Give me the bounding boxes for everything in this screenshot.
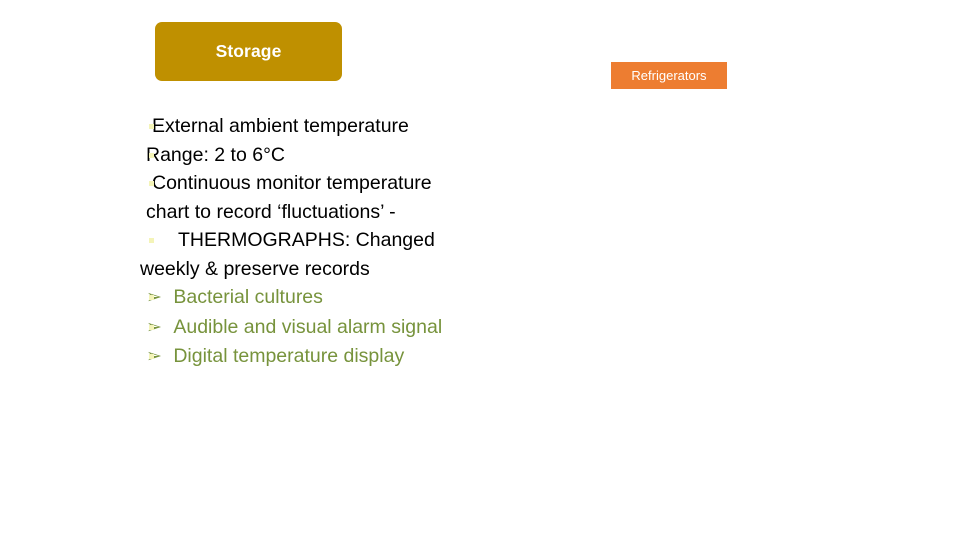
square-bullet-icon (149, 152, 154, 158)
list-item: THERMOGRAPHS: Changed (140, 226, 560, 255)
list-item: ➢ Audible and visual alarm signal (140, 313, 560, 343)
list-item-text: Continuous monitor temperature (152, 172, 432, 194)
list-item-text: External ambient temperature (152, 115, 409, 137)
refrigerators-tag-label: Refrigerators (631, 68, 707, 83)
square-bullet-icon (149, 238, 154, 243)
list-item-text: Audible and visual alarm signal (173, 315, 443, 338)
list-item: ➢ Bacterial cultures (140, 283, 560, 313)
square-bullet-icon (149, 295, 154, 300)
storage-title-label: Storage (215, 40, 282, 61)
list-item-continuation: chart to record ‘fluctuations’ - (140, 198, 560, 227)
refrigerators-tag-box[interactable]: Refrigerators (611, 62, 727, 89)
list-item-text: Range: 2 to 6°C (146, 143, 285, 166)
list-item: External ambient temperature (140, 112, 560, 141)
square-bullet-icon (149, 324, 154, 330)
list-item: Range: 2 to 6°C (140, 141, 560, 170)
square-bullet-icon (149, 181, 154, 186)
list-item: Continuous monitor temperature (140, 169, 560, 198)
square-bullet-icon (149, 354, 154, 359)
slide-canvas: Storage Refrigerators External ambient t… (0, 0, 960, 540)
storage-bullet-list: External ambient temperature Range: 2 to… (140, 112, 560, 372)
square-bullet-icon (149, 124, 154, 129)
list-item-text: Bacterial cultures (173, 286, 323, 308)
list-item-text: Digital temperature display (173, 345, 405, 367)
list-item: ➢ Digital temperature display (140, 342, 560, 372)
list-item-continuation: weekly & preserve records (140, 255, 560, 284)
list-item-text: weekly & preserve records (140, 257, 370, 280)
storage-title-box[interactable]: Storage (155, 22, 342, 81)
list-item-text: THERMOGRAPHS: Changed (178, 229, 435, 251)
list-item-text: chart to record ‘fluctuations’ - (146, 200, 396, 223)
